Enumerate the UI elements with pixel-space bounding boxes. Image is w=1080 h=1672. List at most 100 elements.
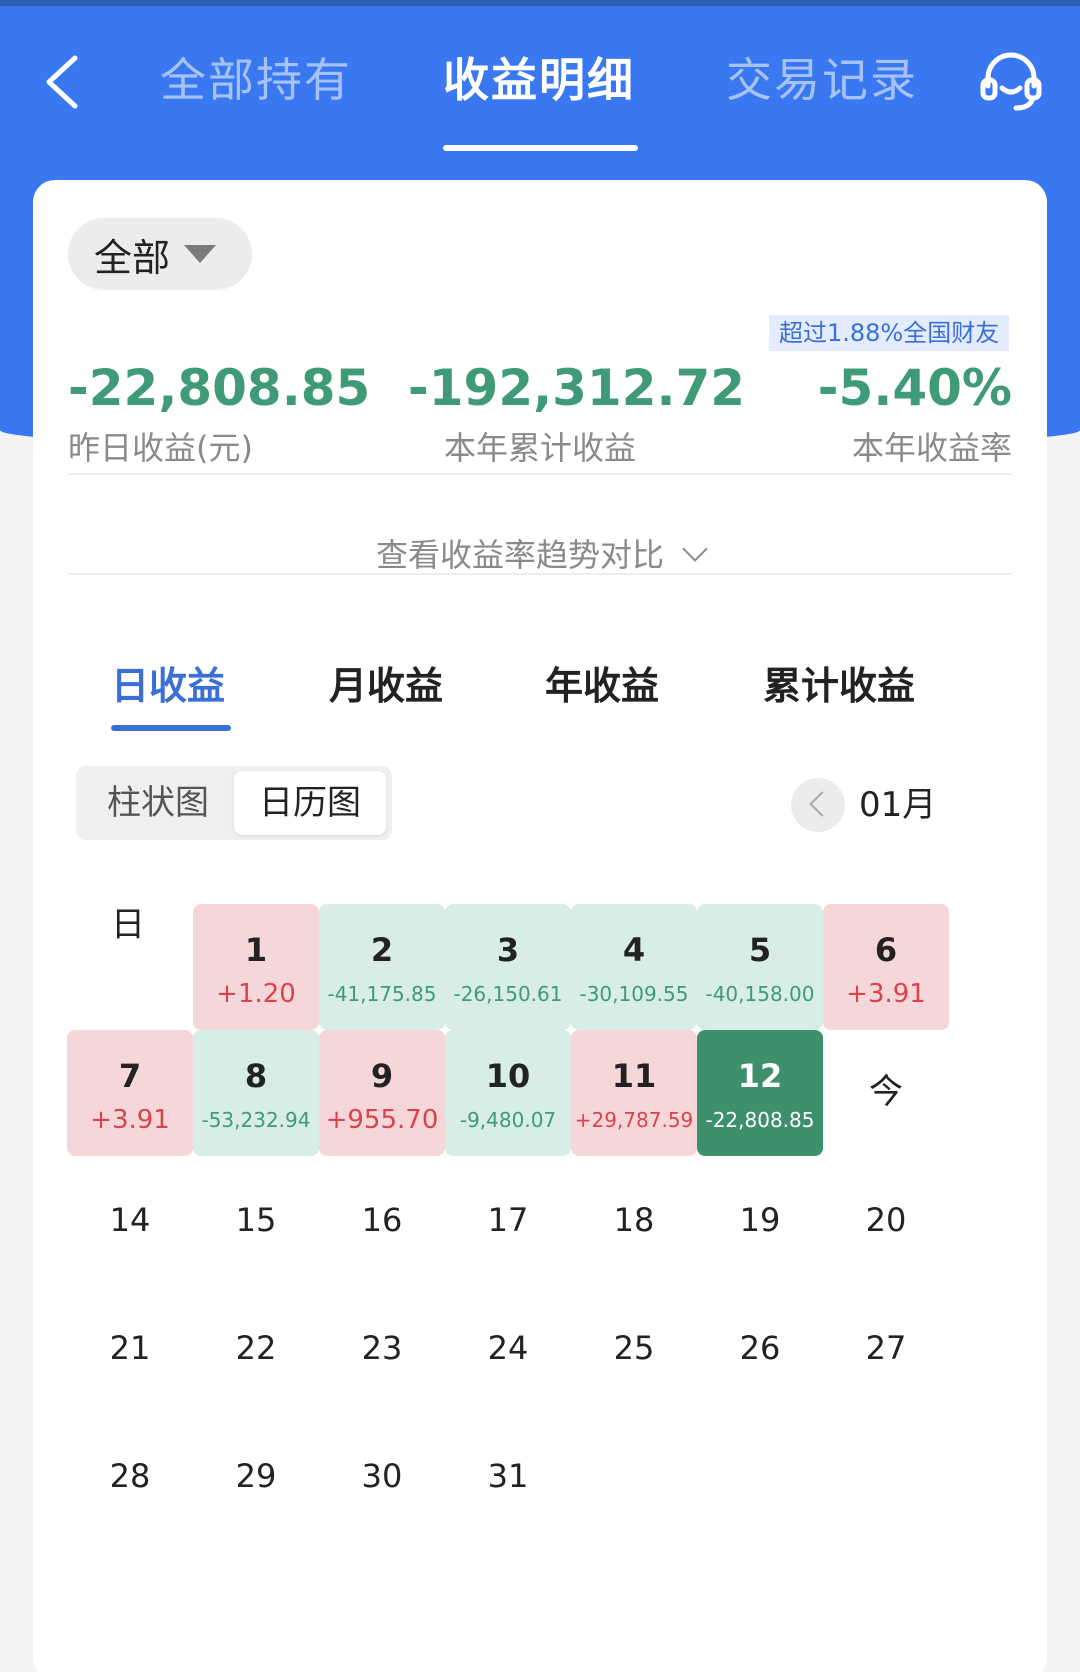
calendar-day-number: 今 [869, 1072, 903, 1112]
calendar-day-cell[interactable]: 5 -40,158.00 [697, 904, 823, 1030]
calendar-day-cell[interactable]: 16 [319, 1158, 445, 1284]
calendar-day-amount: +3.91 [846, 979, 926, 1009]
calendar-day-number: 9 [370, 1057, 394, 1095]
caret-down-icon [184, 245, 217, 263]
active-tab-indicator [443, 145, 638, 151]
calendar-day-amount: +955.70 [325, 1105, 439, 1135]
calendar-day-cell[interactable]: 今 [823, 1030, 949, 1156]
calendar-day-cell[interactable]: 31 [445, 1414, 571, 1540]
stat-label: 本年收益率 [851, 429, 1012, 467]
calendar-day-amount: -53,232.94 [201, 1108, 311, 1132]
calendar-day-cell[interactable]: 23 [319, 1286, 445, 1412]
calendar-day-cell[interactable]: 21 [67, 1286, 193, 1412]
calendar-day-number: 11 [611, 1057, 657, 1095]
calendar-day-cell[interactable]: 26 [697, 1286, 823, 1412]
customer-service-button[interactable] [978, 48, 1044, 114]
trend-compare-label: 查看收益率趋势对比 [375, 536, 664, 574]
calendar-day-amount: +1.20 [216, 979, 296, 1009]
calendar-day-cell[interactable]: 10 -9,480.07 [445, 1030, 571, 1156]
calendar-day-number: 27 [865, 1329, 907, 1367]
stat-value: -22,808.85 [68, 359, 371, 417]
calendar-day-number: 31 [487, 1457, 529, 1495]
calendar-day-cell[interactable]: 24 [445, 1286, 571, 1412]
tab-transaction-records[interactable]: 交易记录 [726, 50, 918, 110]
calendar-day-number: 25 [613, 1329, 655, 1367]
calendar-day-cell[interactable]: 14 [67, 1158, 193, 1284]
calendar-day-cell[interactable]: 1 +1.20 [193, 904, 319, 1030]
calendar-day-number: 1 [244, 931, 268, 969]
calendar-day-number: 19 [739, 1201, 781, 1239]
calendar-day-number: 8 [244, 1057, 268, 1095]
tab-yearly-earnings[interactable]: 年收益 [545, 658, 659, 714]
calendar-day-number: 4 [622, 931, 646, 969]
chart-view-toggle: 柱状图 日历图 [76, 766, 392, 840]
holdings-filter-dropdown[interactable]: 全部 [68, 218, 252, 290]
ranking-badge: 超过1.88%全国财友 [769, 315, 1010, 351]
divider [68, 473, 1012, 475]
calendar-day-cell[interactable]: 3 -26,150.61 [445, 904, 571, 1030]
calendar-day-number: 26 [739, 1329, 781, 1367]
calendar-day-amount: -22,808.85 [705, 1108, 815, 1132]
back-button[interactable] [36, 46, 86, 118]
calendar-day-number: 12 [737, 1057, 783, 1095]
stat-value: -5.40% [817, 359, 1012, 417]
calendar-day-number: 23 [361, 1329, 403, 1367]
calendar-day-amount: -26,150.61 [453, 982, 563, 1006]
calendar-day-cell[interactable]: 22 [193, 1286, 319, 1412]
calendar-day-number: 14 [109, 1201, 151, 1239]
calendar-day-cell[interactable]: 30 [319, 1414, 445, 1540]
calendar-day-number: 16 [361, 1201, 403, 1239]
calendar-day-cell[interactable]: 6 +3.91 [823, 904, 949, 1030]
calendar-day-cell[interactable]: 17 [445, 1158, 571, 1284]
stat-label: 昨日收益(元) [68, 429, 253, 467]
calendar-day-amount: -30,109.55 [579, 982, 689, 1006]
calendar-day-cell[interactable]: 11 +29,787.59 [571, 1030, 697, 1156]
calendar-day-cell[interactable]: 15 [193, 1158, 319, 1284]
weekday-label: 日 [111, 905, 145, 945]
tab-cumulative-earnings[interactable]: 累计收益 [763, 658, 915, 714]
prev-month-button[interactable] [791, 778, 845, 832]
calendar-day-cell[interactable]: 25 [571, 1286, 697, 1412]
calendar-day-cell[interactable]: 4 -30,109.55 [571, 904, 697, 1030]
stat-year-rate: -5.40% 本年收益率 [733, 358, 1012, 470]
calendar-day-amount: +29,787.59 [574, 1108, 694, 1132]
earnings-card: 全部 超过1.88%全国财友 -22,808.85 昨日收益(元) -192,3… [33, 180, 1047, 1672]
calendar-day-amount: +3.91 [90, 1105, 170, 1135]
calendar-day-amount: -9,480.07 [459, 1108, 557, 1132]
calendar-day-cell[interactable]: 18 [571, 1158, 697, 1284]
top-nav: 全部持有 收益明细 交易记录 [0, 6, 1080, 176]
tab-daily-earnings[interactable]: 日收益 [111, 658, 225, 714]
calendar-day-number: 24 [487, 1329, 529, 1367]
calendar-day-number: 22 [235, 1329, 277, 1367]
calendar-day-cell[interactable]: 2 -41,175.85 [319, 904, 445, 1030]
calendar-day-cell[interactable]: 7 +3.91 [67, 1030, 193, 1156]
calendar-day-cell[interactable]: 9 +955.70 [319, 1030, 445, 1156]
toggle-calendar[interactable]: 日历图 [234, 771, 386, 835]
tab-earnings-detail[interactable]: 收益明细 [443, 50, 635, 110]
calendar-day-cell[interactable]: 29 [193, 1414, 319, 1540]
calendar-day-number: 29 [235, 1457, 277, 1495]
calendar-day-number: 6 [874, 931, 898, 969]
calendar-day-number: 18 [613, 1201, 655, 1239]
calendar-day-cell[interactable]: 27 [823, 1286, 949, 1412]
calendar-day-cell[interactable]: 12 -22,808.85 [697, 1030, 823, 1156]
tab-all-holdings[interactable]: 全部持有 [160, 50, 352, 110]
tab-monthly-earnings[interactable]: 月收益 [329, 658, 443, 714]
calendar-day-cell[interactable]: 19 [697, 1158, 823, 1284]
sub-tab-indicator [111, 725, 231, 731]
calendar-day-number: 10 [485, 1057, 531, 1095]
stat-year-cumulative: -192,312.72 本年累计收益 [408, 358, 745, 470]
calendar-day-number: 28 [109, 1457, 151, 1495]
calendar-day-cell[interactable]: 20 [823, 1158, 949, 1284]
toggle-bar-chart[interactable]: 柱状图 [82, 771, 234, 835]
calendar-day-number: 3 [496, 931, 520, 969]
calendar-day-number: 20 [865, 1201, 907, 1239]
calendar-day-cell[interactable]: 8 -53,232.94 [193, 1030, 319, 1156]
calendar-day-number: 15 [235, 1201, 277, 1239]
filter-label: 全部 [94, 235, 171, 280]
calendar-day-amount: -40,158.00 [705, 982, 815, 1006]
calendar-day-number: 30 [361, 1457, 403, 1495]
stat-yesterday: -22,808.85 昨日收益(元) [68, 358, 370, 470]
month-label: 01月 [859, 785, 937, 825]
calendar-day-cell[interactable]: 28 [67, 1414, 193, 1540]
